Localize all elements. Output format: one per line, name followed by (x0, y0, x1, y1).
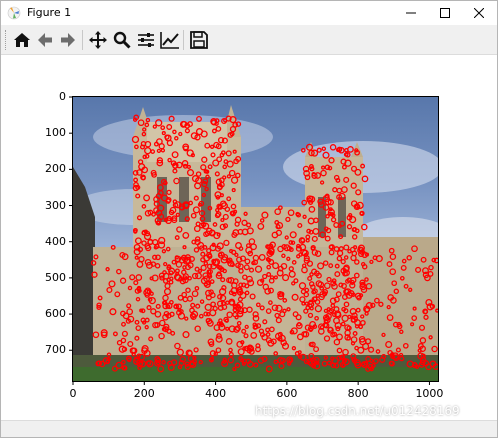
arrow-right-icon (61, 33, 75, 47)
x-tick-label: 600 (276, 387, 298, 400)
minimize-button[interactable] (393, 1, 429, 25)
toolbar-separator (82, 30, 83, 50)
figure-canvas[interactable]: 0 100 200 300 400 500 600 700 0 200 400 600 800 1000 (1, 56, 497, 420)
maximize-icon (440, 8, 450, 18)
toolbar-grip[interactable] (5, 30, 7, 50)
close-icon (474, 8, 484, 18)
y-tick-label: 600 (45, 307, 66, 321)
y-tick-label: 100 (45, 126, 66, 140)
toolbar-separator (183, 30, 184, 50)
move-icon (89, 31, 107, 49)
y-tick-label: 200 (45, 162, 66, 176)
close-button[interactable] (461, 1, 497, 25)
x-tick-label: 0 (69, 387, 77, 400)
figure-window: Figure 1 0 100 200 300 400 500 600 700 0… (0, 0, 498, 438)
y-tick-label: 400 (45, 234, 66, 248)
forward-button[interactable] (56, 28, 80, 52)
zoom-button[interactable] (110, 28, 134, 52)
configure-subplots-button[interactable] (134, 28, 158, 52)
line-chart-icon (160, 32, 179, 49)
edit-axes-button[interactable] (158, 28, 182, 52)
tick-marks (69, 96, 430, 385)
arrow-left-icon (38, 33, 52, 47)
home-button[interactable] (10, 28, 34, 52)
minimize-icon (406, 12, 416, 14)
pan-button[interactable] (86, 28, 110, 52)
y-tick-label: 700 (45, 343, 66, 357)
navigation-toolbar (1, 25, 497, 55)
y-tick-label: 0 (59, 90, 66, 103)
status-bar (1, 420, 497, 437)
title-bar: Figure 1 (1, 1, 497, 25)
x-tick-label: 800 (347, 387, 369, 400)
floppy-disk-icon (190, 31, 208, 49)
maximize-button[interactable] (427, 1, 463, 25)
home-icon (14, 33, 30, 47)
sliders-icon (138, 33, 154, 47)
back-button[interactable] (33, 28, 57, 52)
y-tick-label: 300 (45, 198, 66, 212)
window-title: Figure 1 (27, 6, 72, 19)
magnifier-icon (113, 31, 131, 49)
save-button[interactable] (187, 28, 211, 52)
matplotlib-app-icon (7, 6, 21, 20)
y-tick-label: 500 (45, 270, 66, 284)
x-tick-label: 1000 (415, 387, 444, 400)
watermark-text: https://blog.csdn.net/u012428169 (255, 404, 460, 418)
x-tick-label: 400 (205, 387, 227, 400)
x-tick-label: 200 (133, 387, 155, 400)
